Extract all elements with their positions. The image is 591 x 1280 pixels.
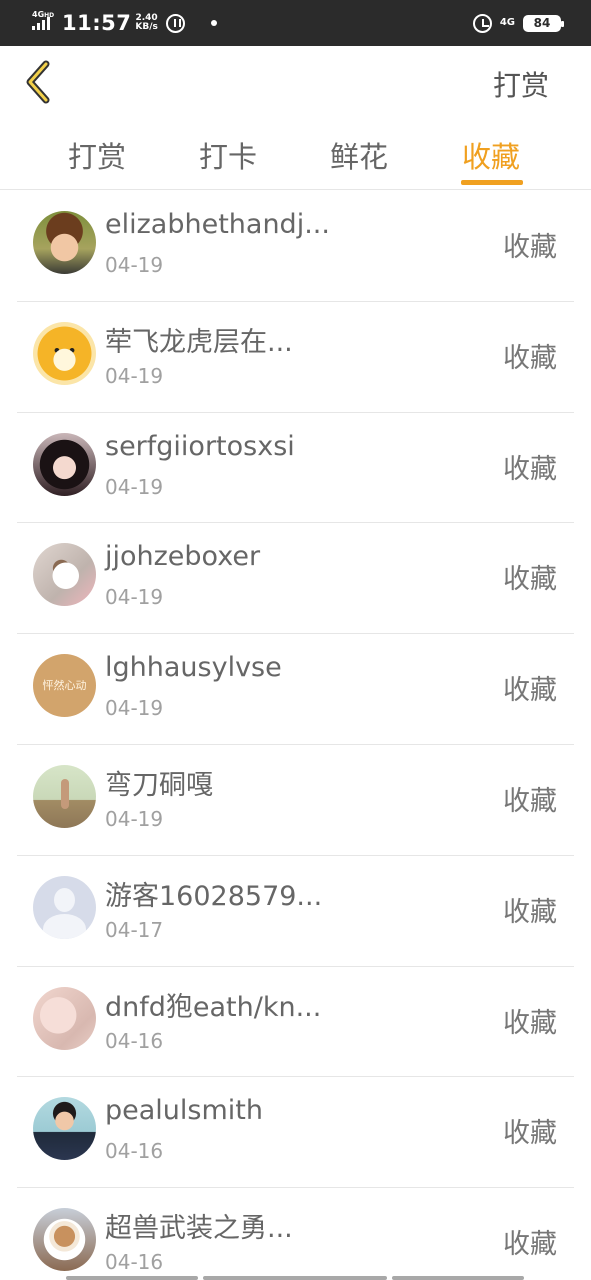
user-name: 游客16028579... (105, 880, 323, 912)
list-item[interactable]: 超兽武装之勇... 04-16 收藏 (17, 1188, 574, 1280)
tab-checkin[interactable]: 打卡 (199, 134, 257, 176)
tab-favorites[interactable]: 收藏 (462, 134, 520, 176)
list-item[interactable]: dnfd狍eath/kn... 04-16 收藏 (17, 967, 574, 1078)
item-date: 04-16 (105, 1028, 164, 1053)
item-date: 04-19 (105, 806, 164, 831)
item-action-label: 收藏 (503, 1007, 557, 1039)
item-action-label: 收藏 (503, 1229, 557, 1261)
active-tab-indicator (461, 180, 523, 185)
item-action-label: 收藏 (503, 785, 557, 817)
reward-button[interactable]: 打赏 (493, 64, 549, 104)
item-date: 04-19 (105, 253, 164, 277)
tab-reward[interactable]: 打赏 (68, 134, 126, 176)
user-name: 弯刀硐嘎 (105, 769, 213, 801)
item-date: 04-17 (105, 917, 164, 942)
avatar[interactable] (33, 764, 96, 828)
network-type: 4G (499, 17, 515, 28)
item-date: 04-19 (105, 363, 164, 388)
avatar[interactable] (33, 432, 96, 496)
data-saver-icon (165, 13, 185, 33)
user-name: jjohzeboxer (105, 541, 261, 573)
back-button[interactable] (22, 58, 58, 106)
alarm-icon (472, 13, 492, 33)
avatar[interactable] (33, 1208, 96, 1272)
avatar[interactable] (33, 211, 96, 274)
item-action-label: 收藏 (503, 232, 557, 263)
item-action-label: 收藏 (503, 675, 557, 707)
item-action-label: 收藏 (503, 342, 557, 374)
tab-bar: 打赏 打卡 鲜花 收藏 (0, 118, 591, 190)
avatar[interactable] (33, 321, 96, 385)
user-name: lghhausylvse (105, 652, 282, 684)
avatar-text: 怦然心动 (42, 679, 87, 693)
item-date: 04-19 (105, 585, 164, 610)
chevron-left-icon (26, 60, 50, 104)
network-speed: 2.40 KB/s (135, 13, 158, 32)
user-name: serfgiiortosxsi (105, 430, 295, 462)
item-date: 04-16 (105, 1139, 164, 1164)
item-action-label: 收藏 (503, 1118, 557, 1150)
list-item[interactable]: 怦然心动 lghhausylvse 04-19 收藏 (17, 634, 574, 745)
item-action-label: 收藏 (503, 564, 557, 596)
user-name: 荦飞龙虎层在... (105, 326, 293, 358)
item-action-label: 收藏 (503, 453, 557, 485)
item-date: 04-16 (105, 1250, 164, 1275)
status-time: 11:57 (62, 11, 132, 35)
status-bar: 4GHD 11:57 2.40 KB/s 4G 84 (0, 0, 591, 46)
list-item[interactable]: 荦飞龙虎层在... 04-19 收藏 (17, 302, 574, 413)
avatar[interactable] (33, 543, 96, 607)
list-item[interactable]: elizabhethandj... 04-19 收藏 (17, 191, 574, 302)
signal-icon: 4GHD (32, 10, 54, 30)
favorites-list: elizabhethandj... 04-19 收藏 荦飞龙虎层在... 04-… (0, 191, 591, 1280)
list-item[interactable]: serfgiiortosxsi 04-19 收藏 (17, 413, 574, 524)
notification-dot-icon (210, 20, 217, 26)
battery-icon: 84 (523, 14, 564, 32)
item-date: 04-19 (105, 474, 164, 499)
avatar[interactable] (33, 986, 96, 1050)
item-date: 04-19 (105, 696, 164, 721)
home-indicator (0, 1275, 591, 1280)
app-header: 打赏 (0, 46, 591, 118)
avatar[interactable]: 怦然心动 (33, 654, 96, 718)
list-item[interactable]: pealulsmith 04-16 收藏 (17, 1077, 574, 1189)
user-name: dnfd狍eath/kn... (105, 991, 322, 1023)
user-name: pealulsmith (105, 1095, 263, 1127)
default-avatar-icon[interactable] (33, 875, 96, 939)
list-item[interactable]: 弯刀硐嘎 04-19 收藏 (17, 745, 574, 856)
item-action-label: 收藏 (503, 896, 557, 928)
list-item[interactable]: jjohzeboxer 04-19 收藏 (17, 523, 574, 635)
user-name: elizabhethandj... (105, 209, 330, 240)
avatar[interactable] (33, 1097, 96, 1161)
list-item[interactable]: 游客16028579... 04-17 收藏 (17, 856, 574, 967)
tab-flowers[interactable]: 鲜花 (330, 134, 388, 176)
user-name: 超兽武装之勇... (105, 1213, 293, 1245)
